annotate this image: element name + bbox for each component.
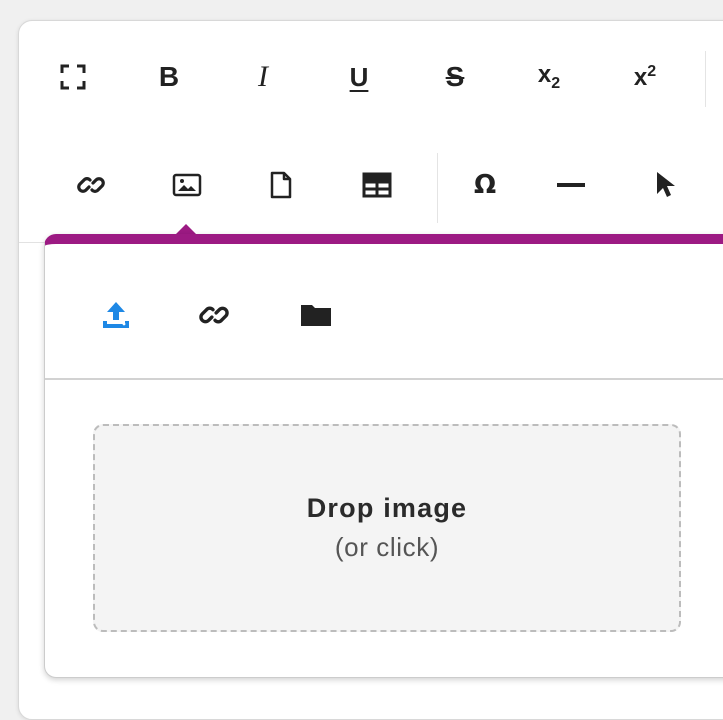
tab-upload[interactable] [91, 290, 141, 340]
superscript-label: x2 [633, 62, 657, 91]
fullscreen-button[interactable] [47, 51, 99, 103]
link-icon [77, 177, 105, 193]
tab-file-browser[interactable] [291, 290, 341, 340]
insert-image-button[interactable] [161, 159, 213, 211]
toolbar-divider [437, 153, 438, 223]
insert-link-button[interactable] [65, 159, 117, 211]
dropzone-subtitle: (or click) [334, 532, 440, 562]
insert-file-button[interactable] [255, 159, 307, 211]
italic-label: I [258, 60, 268, 93]
subscript-button[interactable]: x2 [523, 51, 575, 103]
select-all-button[interactable] [639, 159, 691, 211]
bold-button[interactable]: B [143, 51, 195, 103]
subscript-label: x2 [537, 61, 561, 92]
fullscreen-icon [60, 64, 86, 90]
strikethrough-label: S [445, 61, 465, 92]
cursor-icon [657, 172, 675, 197]
upload-icon [103, 302, 129, 328]
special-character-button[interactable]: Ω [459, 159, 511, 211]
link-icon [199, 306, 229, 324]
table-icon [362, 172, 392, 198]
tab-url[interactable] [189, 290, 239, 340]
special-character-label: Ω [473, 170, 497, 200]
underline-label: U [349, 61, 369, 92]
underline-button[interactable]: U [333, 51, 385, 103]
image-icon [172, 173, 202, 197]
file-icon [270, 171, 292, 199]
dropzone-title: Drop image [306, 493, 468, 523]
image-dropzone[interactable]: Drop image (or click) [93, 424, 681, 632]
superscript-button[interactable]: x2 [619, 51, 671, 103]
popup-tab-bar [45, 244, 723, 380]
insert-image-popup: Drop image (or click) [44, 234, 723, 678]
toolbar-divider [705, 51, 706, 107]
toolbar-row-insert: Ω [19, 131, 723, 243]
toolbar-row-formatting: B I U S x2 x2 [19, 21, 723, 131]
insert-table-button[interactable] [351, 159, 403, 211]
horizontal-line-button[interactable] [545, 159, 597, 211]
horizontal-line-icon [557, 183, 585, 187]
strikethrough-button[interactable]: S [429, 51, 481, 103]
folder-icon [301, 305, 331, 326]
italic-button[interactable]: I [237, 51, 289, 103]
bold-label: B [158, 61, 180, 92]
